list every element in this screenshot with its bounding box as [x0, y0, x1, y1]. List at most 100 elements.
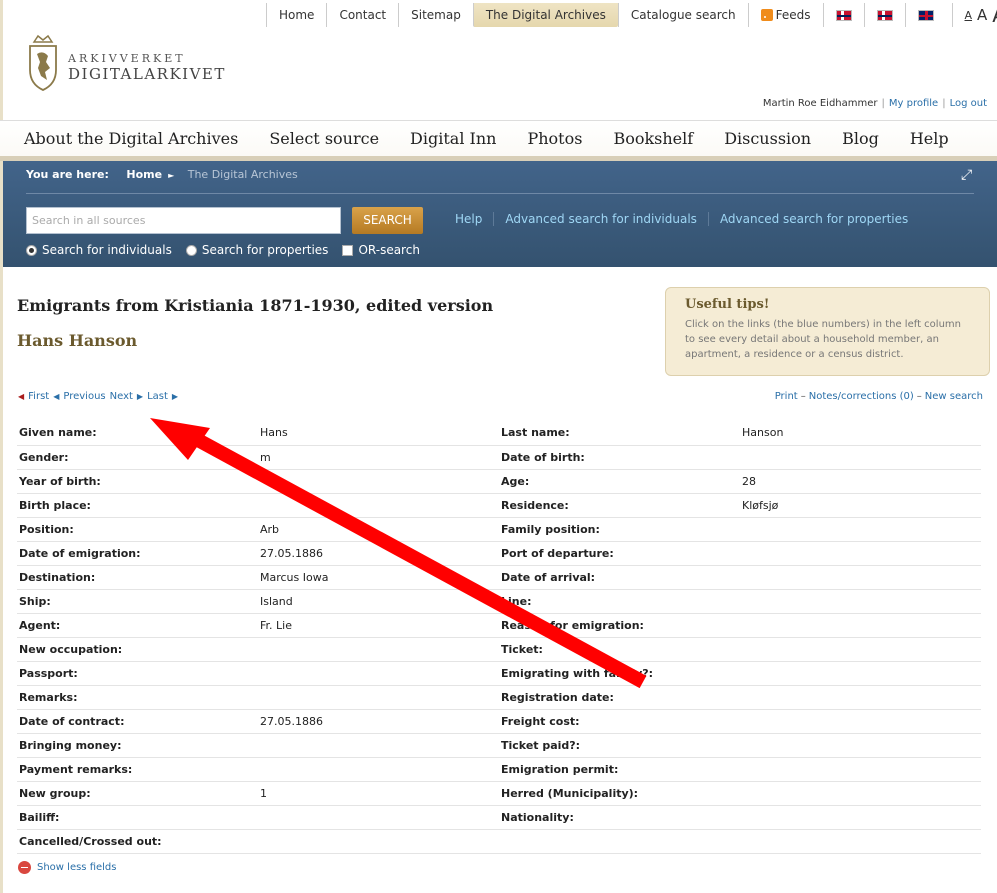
field-label: Year of birth: [17, 469, 258, 494]
table-row: Date of contract: 27.05.1886 Freight cost: [17, 709, 981, 734]
or-search-checkbox[interactable]: OR-search [342, 243, 420, 257]
site-logo[interactable]: ARKIVVERKET DIGITALARKIVET [26, 32, 236, 94]
nav-help[interactable]: Help [910, 129, 949, 148]
field-value [258, 685, 499, 710]
topnav-digital-archives[interactable]: The Digital Archives [472, 3, 618, 27]
field-value [258, 637, 499, 662]
table-row: Passport: Emigrating with family?: [17, 661, 981, 686]
pager-previous[interactable]: Previous [63, 391, 105, 402]
field-label: Line: [499, 589, 740, 614]
field-label: Reason for emigration: [499, 613, 740, 638]
field-label: Registration date: [499, 685, 740, 710]
show-less-fields-link[interactable]: Show less fields [18, 861, 116, 874]
pager-next[interactable]: Next [110, 391, 133, 402]
font-size-small[interactable]: A [965, 9, 973, 22]
print-link[interactable]: Print [775, 391, 798, 402]
new-search-link[interactable]: New search [925, 391, 983, 402]
field-label: New occupation: [17, 637, 258, 662]
search-links: Help Advanced search for individuals Adv… [444, 212, 919, 226]
table-row: Agent: Fr. Lie Reason for emigration: [17, 613, 981, 638]
field-label: Birth place: [17, 493, 258, 518]
next-arrow-icon: ▶ [136, 392, 144, 401]
field-value: Hans [258, 421, 499, 446]
table-row: Birth place: Residence: Kløfsjø [17, 493, 981, 518]
table-row: Date of emigration: 27.05.1886 Port of dep… [17, 541, 981, 566]
topnav-catalogue-search[interactable]: Catalogue search [617, 3, 748, 27]
lang-english[interactable] [904, 3, 952, 27]
nav-photos[interactable]: Photos [527, 129, 582, 148]
notes-corrections-link[interactable]: Notes/corrections (0) [809, 391, 914, 402]
table-row: New occupation: Ticket: [17, 637, 981, 662]
field-label: Age: [499, 469, 740, 494]
record-pager: ◀ First ◀ Previous Next ▶ Last ▶ [18, 391, 182, 402]
my-profile-link[interactable]: My profile [889, 98, 938, 109]
field-label: Ticket paid?: [499, 733, 740, 758]
field-value: 28 [740, 469, 981, 494]
table-row: Destination: Marcus Iowa Date of arrival: [17, 565, 981, 590]
pager-last[interactable]: Last [147, 391, 168, 402]
table-row: Bailiff: Nationality: [17, 805, 981, 830]
field-label: Emigrating with family?: [499, 661, 740, 686]
field-label: Nationality: [499, 805, 740, 830]
radio-individuals[interactable]: Search for individuals [26, 243, 172, 257]
pager-first[interactable]: First [28, 391, 49, 402]
field-label: Bringing money: [17, 733, 258, 758]
field-value: Hanson [740, 421, 981, 446]
table-row: Payment remarks: Emigration permit: [17, 757, 981, 782]
field-value [740, 829, 981, 854]
first-arrow-icon: ◀ [18, 392, 25, 401]
uk-flag-icon [917, 9, 934, 21]
field-label: Family position: [499, 517, 740, 542]
field-value [740, 685, 981, 710]
radio-individuals-label: Search for individuals [42, 243, 172, 257]
nav-blog[interactable]: Blog [842, 129, 879, 148]
field-label: Date of emigration: [17, 541, 258, 566]
radio-properties[interactable]: Search for properties [185, 243, 329, 257]
top-utility-nav: Home Contact Sitemap The Digital Archive… [266, 0, 997, 30]
help-link[interactable]: Help [444, 212, 493, 226]
lang-norwegian-bokmal[interactable] [822, 3, 864, 27]
field-label: Agent: [17, 613, 258, 638]
topnav-sitemap[interactable]: Sitemap [398, 3, 473, 27]
font-size-large[interactable]: A [992, 3, 997, 27]
font-size-medium[interactable]: A [977, 6, 987, 24]
search-button[interactable]: SEARCH [352, 207, 423, 234]
field-label: Ship: [17, 589, 258, 614]
field-value [740, 757, 981, 782]
collapse-icon[interactable]: ⤢ [961, 167, 977, 183]
field-label: Given name: [17, 421, 258, 446]
nav-discussion[interactable]: Discussion [724, 129, 811, 148]
user-bar: Martin Roe Eidhammer | My profile | Log out [762, 98, 987, 109]
topnav-contact[interactable]: Contact [326, 3, 398, 27]
lang-norwegian-nynorsk[interactable] [863, 3, 905, 27]
search-panel: You are here: Home ► The Digital Archives… [3, 161, 997, 267]
field-value [740, 517, 981, 542]
search-input[interactable]: Search in all sources [26, 207, 341, 234]
field-value [258, 493, 499, 518]
advanced-individuals-link[interactable]: Advanced search for individuals [493, 212, 708, 226]
field-value [740, 733, 981, 758]
radio-unchecked-icon [185, 244, 197, 256]
feeds-link[interactable]: Feeds [747, 3, 823, 27]
breadcrumb-home[interactable]: Home [126, 168, 162, 181]
minus-circle-icon [18, 861, 31, 874]
topnav-home[interactable]: Home [266, 3, 326, 27]
logout-link[interactable]: Log out [950, 98, 987, 109]
nav-select-source[interactable]: Select source [269, 129, 379, 148]
field-label: Residence: [499, 493, 740, 518]
field-value: 27.05.1886 [258, 541, 499, 566]
field-value [258, 805, 499, 830]
field-value: Marcus Iowa [258, 565, 499, 590]
nav-about[interactable]: About the Digital Archives [24, 129, 238, 148]
radio-properties-label: Search for properties [201, 243, 329, 257]
nav-bookshelf[interactable]: Bookshelf [613, 129, 693, 148]
field-label: Payment remarks: [17, 757, 258, 782]
breadcrumb: You are here: Home ► The Digital Archives [26, 168, 298, 181]
field-label: Gender: [17, 445, 258, 470]
nav-digital-inn[interactable]: Digital Inn [410, 129, 496, 148]
field-value [740, 613, 981, 638]
show-less-label: Show less fields [37, 862, 117, 873]
advanced-properties-link[interactable]: Advanced search for properties [707, 212, 919, 226]
user-name: Martin Roe Eidhammer [762, 98, 878, 109]
breadcrumb-arrow-icon: ► [168, 171, 175, 180]
